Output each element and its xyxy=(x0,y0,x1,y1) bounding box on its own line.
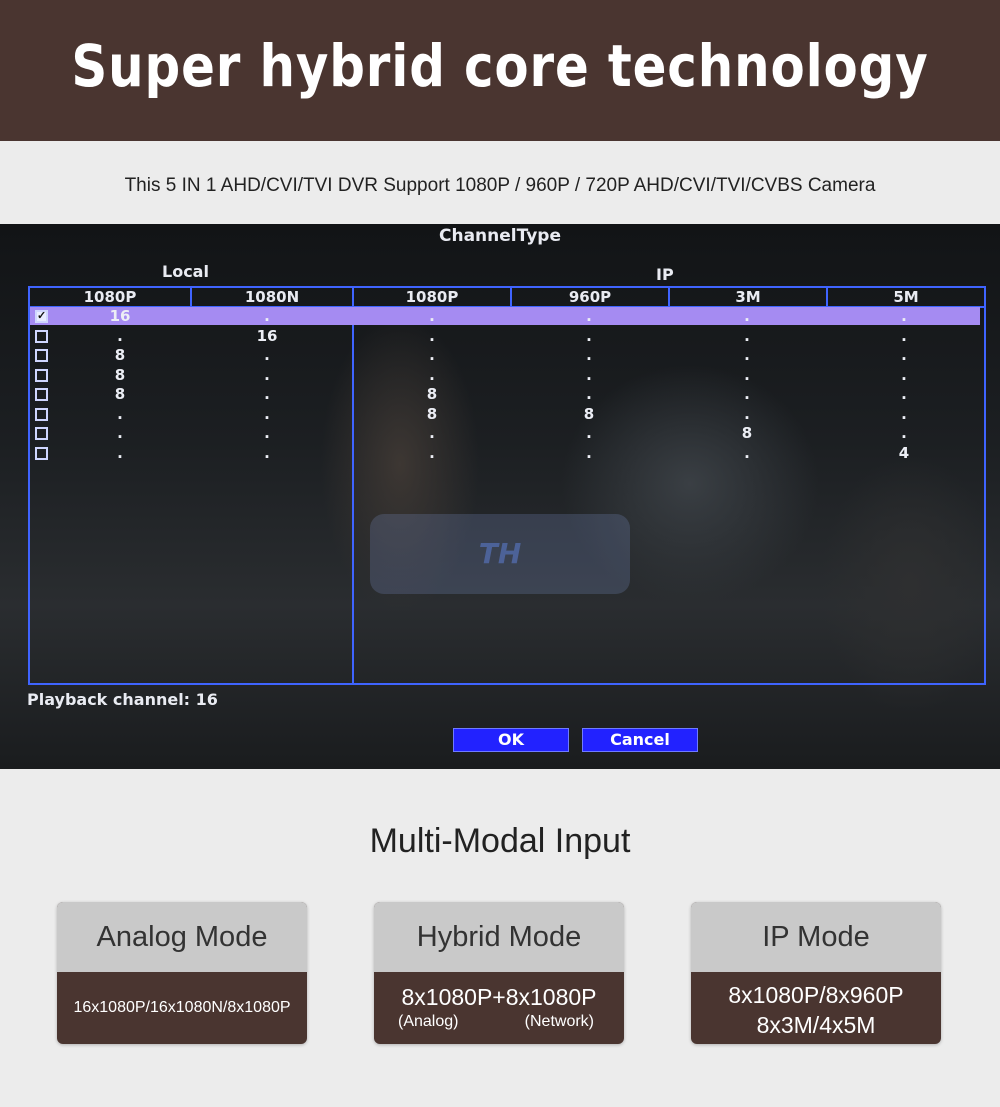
hybrid-mode-desc: 8x1080P+8x1080P xyxy=(401,984,597,1010)
channel-cell: . xyxy=(264,404,270,423)
checkbox-icon[interactable] xyxy=(35,329,48,343)
channel-cell: . xyxy=(264,443,270,462)
channel-cell: . xyxy=(117,443,123,462)
channel-cell: . xyxy=(744,443,750,462)
channel-cell: . xyxy=(901,365,907,384)
channel-cell: . xyxy=(744,346,750,364)
channel-row[interactable]: 8. 8... xyxy=(28,385,982,405)
channel-cell: . xyxy=(901,404,907,423)
channel-cell: . xyxy=(901,385,907,403)
channel-cell: . xyxy=(901,346,907,364)
channel-cell: . xyxy=(264,385,270,403)
channel-cell: . xyxy=(586,424,592,442)
channel-row[interactable]: .... 8. xyxy=(28,424,982,444)
channel-cell: . xyxy=(429,424,435,442)
channel-cell: . xyxy=(586,365,592,384)
title-banner: Super hybrid core technology xyxy=(0,0,1000,141)
ip-mode-line1: 8x1080P/8x960P xyxy=(728,982,904,1008)
channel-cell: . xyxy=(429,443,435,462)
dvr-window-title: ChannelType xyxy=(439,226,561,246)
channel-cell: . xyxy=(429,365,435,384)
hybrid-mode-title: Hybrid Mode xyxy=(374,902,624,972)
channel-cell: 8 xyxy=(114,385,126,403)
channel-cell: . xyxy=(264,346,270,364)
modes-title: Multi-Modal Input xyxy=(369,822,631,860)
channel-cell: 4 xyxy=(898,443,910,462)
col-ip-960p: 960P xyxy=(512,288,670,306)
local-header-row: 1080P 1080N xyxy=(30,288,352,308)
banner-title: Super hybrid core technology xyxy=(71,32,929,100)
dvr-screen: TH ChannelType Local IP 1080P 1080N 1080… xyxy=(0,224,1000,769)
ip-group-label: IP xyxy=(656,265,674,284)
hybrid-mode-card: Hybrid Mode 8x1080P+8x1080P (Analog) (Ne… xyxy=(374,902,624,1044)
ok-button[interactable]: OK xyxy=(453,728,569,752)
checkbox-icon[interactable] xyxy=(35,388,48,401)
channel-row[interactable]: ..... 4 xyxy=(28,444,982,464)
channel-cell: . xyxy=(586,443,592,462)
channel-cell: . xyxy=(117,404,123,423)
ip-header-row: 1080P 960P 3M 5M xyxy=(354,288,984,308)
channel-cell: . xyxy=(744,307,750,325)
col-ip-1080p: 1080P xyxy=(354,288,512,306)
channel-cell: . xyxy=(744,404,750,423)
channel-cell: . xyxy=(264,424,270,442)
channel-cell: . xyxy=(117,326,123,345)
channel-cell: . xyxy=(264,365,270,384)
channel-cell: . xyxy=(901,424,907,442)
channel-row[interactable]: .. 8 8.. xyxy=(28,405,982,425)
subtitle-text: This 5 IN 1 AHD/CVI/TVI DVR Support 1080… xyxy=(124,175,876,196)
channel-cell: 8 xyxy=(426,404,438,423)
channel-cell: . xyxy=(744,326,750,345)
channel-cell: 8 xyxy=(426,385,438,403)
col-ip-5m: 5M xyxy=(893,288,919,306)
cancel-button[interactable]: Cancel xyxy=(582,728,698,752)
checkbox-icon[interactable] xyxy=(35,407,48,421)
channel-cell: . xyxy=(901,307,907,325)
checkbox-icon[interactable] xyxy=(35,446,48,460)
channel-cell: 8 xyxy=(114,365,126,384)
channel-cell: . xyxy=(264,307,270,325)
analog-mode-desc: 16x1080P/16x1080N/8x1080P xyxy=(73,999,291,1016)
channel-cell: . xyxy=(586,346,592,364)
channel-cell: . xyxy=(429,346,435,364)
channel-cell: . xyxy=(744,385,750,403)
checkbox-icon[interactable] xyxy=(35,427,48,440)
hybrid-analog-note: (Analog) xyxy=(398,1013,459,1030)
channel-row[interactable]: . 16.... xyxy=(28,327,982,347)
channel-cell: 8 xyxy=(583,404,595,423)
channel-cell: 8 xyxy=(741,424,753,442)
channel-cell: 16 xyxy=(109,307,131,325)
channel-cell: . xyxy=(117,424,123,442)
analog-mode-title: Analog Mode xyxy=(57,902,307,972)
checkbox-icon[interactable] xyxy=(35,368,48,382)
col-local-1080p: 1080P xyxy=(30,288,192,306)
playback-channel-label: Playback channel: 16 xyxy=(27,690,218,709)
channel-row[interactable]: 8..... xyxy=(28,346,982,366)
channel-cell: . xyxy=(586,307,592,325)
channel-row[interactable]: ✓ 16..... xyxy=(28,307,982,327)
channel-type-rows: ✓ 16...... 16.... 8..... 8..... 8. 8..... 8 8...… xyxy=(28,307,982,463)
ip-mode-title: IP Mode xyxy=(691,902,941,972)
channel-cell: . xyxy=(586,385,592,403)
channel-cell: . xyxy=(744,365,750,384)
channel-row[interactable]: 8..... xyxy=(28,366,982,386)
local-group-label: Local xyxy=(162,262,209,281)
channel-cell: . xyxy=(901,326,907,345)
col-local-1080n: 1080N xyxy=(244,288,300,306)
checkbox-icon[interactable] xyxy=(35,349,48,362)
channel-cell: . xyxy=(429,307,435,325)
hybrid-network-note: (Network) xyxy=(524,1013,594,1030)
col-ip-3m: 3M xyxy=(670,288,828,306)
analog-mode-card: Analog Mode 16x1080P/16x1080N/8x1080P xyxy=(57,902,307,1044)
ip-mode-line2: 8x3M/4x5M xyxy=(756,1012,876,1038)
channel-cell: . xyxy=(586,326,592,345)
channel-cell: 16 xyxy=(256,326,278,345)
checkbox-icon[interactable]: ✓ xyxy=(35,310,48,323)
ip-mode-card: IP Mode 8x1080P/8x960P 8x3M/4x5M xyxy=(691,902,941,1044)
channel-cell: 8 xyxy=(114,346,126,364)
channel-cell: . xyxy=(429,326,435,345)
